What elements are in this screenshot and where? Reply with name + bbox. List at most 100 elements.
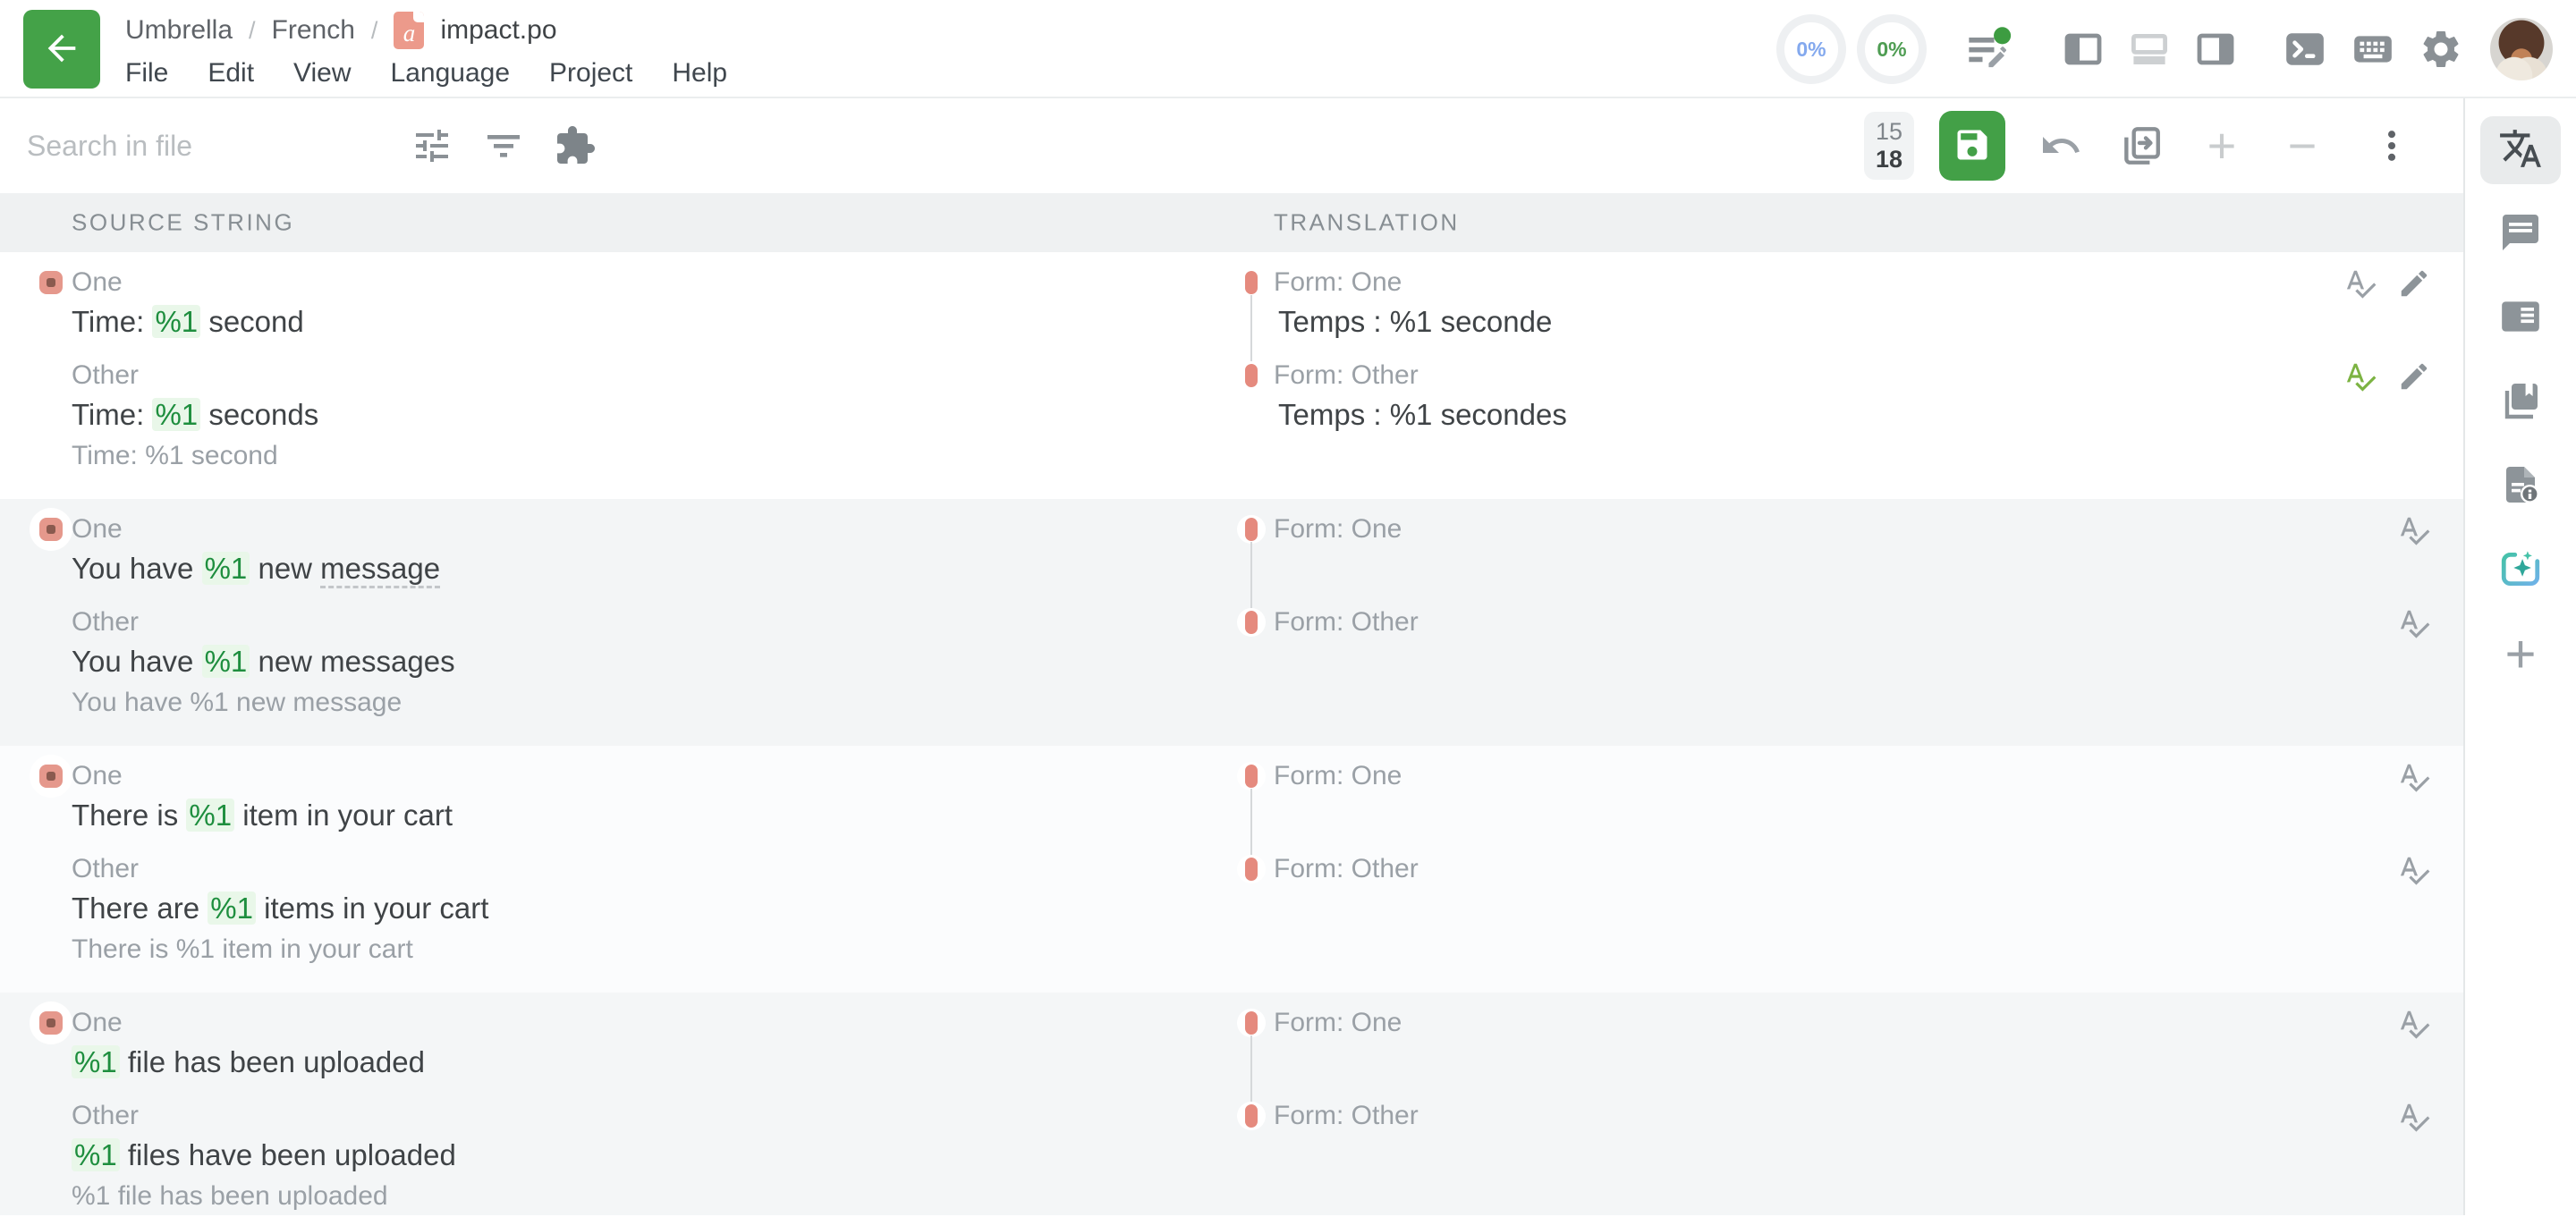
string-row: One%1 file has been uploadedForm: One — [0, 1005, 2463, 1084]
spellcheck-icon[interactable] — [2397, 1007, 2431, 1041]
row-actions — [2304, 758, 2463, 837]
row-actions — [2304, 1005, 2463, 1084]
column-header-source: SOURCE STRING — [72, 209, 294, 237]
search-input[interactable] — [27, 130, 385, 163]
breadcrumb-filename: impact.po — [440, 15, 556, 46]
console-icon[interactable] — [2281, 25, 2329, 73]
header-actions: 0% 0% — [1776, 0, 2553, 98]
user-avatar[interactable] — [2490, 18, 2553, 80]
source-cell[interactable]: One%1 file has been uploaded — [0, 1005, 1218, 1084]
sidebar-file-info-tab[interactable] — [2480, 452, 2561, 520]
back-button[interactable] — [23, 10, 100, 89]
string-group: OneYou have %1 new message Form: One Other… — [0, 499, 2463, 746]
back-arrow-icon — [41, 28, 82, 72]
translation-cell[interactable]: Form: One — [1218, 758, 2304, 837]
plural-form-label: Other — [72, 1101, 139, 1131]
increase-font-icon[interactable]: + — [2197, 121, 2247, 171]
spellcheck-icon[interactable] — [2343, 359, 2377, 393]
placeholder-token: %1 — [202, 645, 250, 678]
source-cell[interactable]: OneYou have %1 new message — [0, 511, 1218, 590]
tune-filters-icon[interactable] — [408, 122, 456, 170]
decrease-font-icon[interactable]: − — [2277, 121, 2327, 171]
layout-bottom-panel-icon[interactable] — [2125, 25, 2174, 73]
layout-left-panel-icon[interactable] — [2059, 25, 2107, 73]
plural-form-label: One — [72, 1008, 123, 1038]
kebab-menu-icon[interactable] — [2367, 121, 2417, 171]
spellcheck-icon[interactable] — [2397, 853, 2431, 887]
placeholder-token: %1 — [202, 552, 250, 585]
sidebar-translations-tab[interactable] — [2480, 116, 2561, 184]
sidebar-context-tab[interactable] — [2480, 284, 2561, 352]
spellcheck-icon[interactable] — [2343, 266, 2377, 300]
sidebar-comments-tab[interactable] — [2480, 200, 2561, 268]
menu-bar: File Edit View Language Project Help — [125, 58, 727, 89]
term-underlined: message — [320, 552, 440, 588]
translation-cell[interactable]: Form: Other — [1218, 851, 2304, 969]
comment-icon — [2499, 211, 2542, 258]
save-button[interactable] — [1939, 111, 2005, 181]
undo-icon[interactable] — [2036, 121, 2086, 171]
breadcrumb-language[interactable]: French — [272, 15, 355, 46]
menu-file[interactable]: File — [125, 58, 168, 89]
string-group: OneThere is %1 item in your cart Form: On… — [0, 746, 2463, 993]
counter-total: 18 — [1876, 146, 1902, 173]
menu-language[interactable]: Language — [391, 58, 510, 89]
translate-icon — [2498, 126, 2543, 175]
menu-edit[interactable]: Edit — [208, 58, 254, 89]
translation-cell[interactable]: Form: One — [1218, 1005, 2304, 1084]
settings-gear-icon[interactable] — [2417, 25, 2465, 73]
translation-cell[interactable]: Form: OneTemps : %1 seconde — [1218, 265, 2304, 343]
approval-progress-value: 0% — [1877, 38, 1906, 62]
row-actions — [2304, 1098, 2463, 1215]
po-file-icon: a — [394, 12, 424, 49]
source-cell[interactable]: Other%1 files have been uploaded%1 file … — [0, 1098, 1218, 1215]
breadcrumb-project[interactable]: Umbrella — [125, 15, 233, 46]
translation-status-badge — [1237, 1009, 1266, 1037]
editor-mode-icon[interactable] — [1964, 25, 2012, 73]
source-cell[interactable]: OneTime: %1 second — [0, 265, 1218, 343]
translation-cell[interactable]: Form: OtherTemps : %1 secondes — [1218, 358, 2304, 476]
translation-status-badge — [1237, 515, 1266, 544]
source-cell[interactable]: OtherYou have %1 new messagesYou have %1… — [0, 604, 1218, 723]
ai-sparkle-icon — [2498, 546, 2543, 596]
sidebar-add-tab[interactable]: + — [2480, 621, 2561, 689]
duplicate-copy-icon[interactable] — [2116, 121, 2166, 171]
source-cell[interactable]: OneThere is %1 item in your cart — [0, 758, 1218, 837]
form-connector-line — [1250, 295, 1252, 361]
translation-cell[interactable]: Form: Other — [1218, 604, 2304, 723]
plugins-puzzle-icon[interactable] — [551, 122, 599, 170]
translation-progress-ring[interactable]: 0% — [1776, 14, 1846, 84]
toolbar-actions: 15 18 + − — [1864, 111, 2463, 181]
row-actions — [2304, 511, 2463, 590]
spellcheck-icon[interactable] — [2397, 760, 2431, 794]
edit-pencil-icon[interactable] — [2397, 266, 2431, 300]
sidebar-ai-assistant-tab[interactable] — [2480, 537, 2561, 604]
spellcheck-icon[interactable] — [2397, 513, 2431, 547]
placeholder-token: %1 — [72, 1045, 120, 1078]
approval-progress-ring[interactable]: 0% — [1857, 14, 1927, 84]
translation-form-label: Form: One — [1274, 761, 1402, 791]
keyboard-shortcuts-icon[interactable] — [2349, 25, 2397, 73]
source-string-text: %1 file has been uploaded — [72, 1041, 1218, 1084]
filter-list-icon[interactable] — [479, 122, 528, 170]
form-connector-line — [1250, 789, 1252, 855]
source-cell[interactable]: OtherTime: %1 secondsTime: %1 second — [0, 358, 1218, 476]
translation-form-label: Form: One — [1274, 514, 1402, 545]
translation-cell[interactable]: Form: Other — [1218, 1098, 2304, 1215]
menu-help[interactable]: Help — [672, 58, 727, 89]
layout-right-panel-icon[interactable] — [2191, 25, 2240, 73]
sidebar-glossary-tab[interactable] — [2480, 368, 2561, 436]
source-string-text: You have %1 new messages — [72, 640, 1218, 683]
translation-cell[interactable]: Form: One — [1218, 511, 2304, 590]
placeholder-token: %1 — [208, 892, 256, 925]
spellcheck-icon[interactable] — [2397, 606, 2431, 640]
source-string-text: Time: %1 seconds — [72, 393, 1218, 436]
string-group: OneTime: %1 secondForm: OneTemps : %1 se… — [0, 252, 2463, 499]
edit-pencil-icon[interactable] — [2397, 359, 2431, 393]
menu-view[interactable]: View — [293, 58, 351, 89]
row-actions — [2304, 851, 2463, 969]
menu-project[interactable]: Project — [549, 58, 632, 89]
counter-untranslated: 15 — [1876, 118, 1902, 146]
spellcheck-icon[interactable] — [2397, 1100, 2431, 1134]
source-cell[interactable]: OtherThere are %1 items in your cartTher… — [0, 851, 1218, 969]
